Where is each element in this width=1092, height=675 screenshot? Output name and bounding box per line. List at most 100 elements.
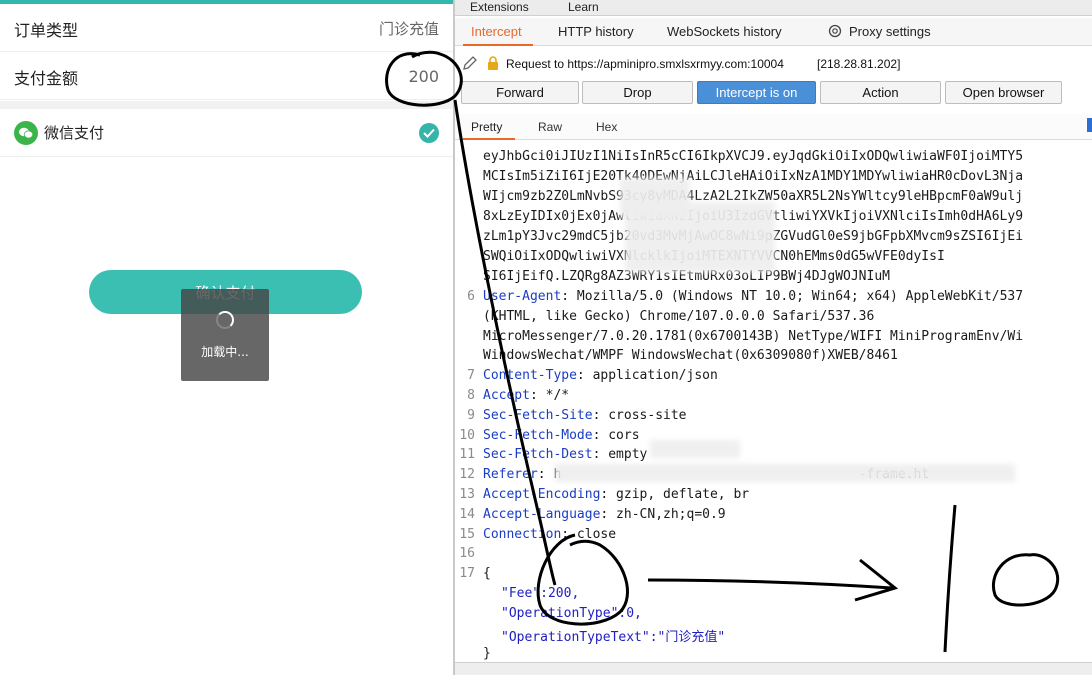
- lock-icon: [488, 56, 498, 70]
- header-value: gzip, deflate, br: [608, 487, 750, 502]
- header-value: */*: [537, 388, 570, 403]
- header-colon: :: [537, 467, 546, 482]
- line-number: 9: [467, 408, 475, 423]
- loading-toast: 加载中...: [181, 289, 269, 381]
- json-key-fee: "Fee": [501, 586, 541, 601]
- header-key: Accept-Encoding: [483, 487, 601, 502]
- redaction-blur: [650, 440, 740, 458]
- line-number: 7: [467, 368, 475, 383]
- burp-menu-bar: Extensions Learn: [455, 0, 1092, 16]
- request-url: Request to https://apminipro.smxlsxrmyy.…: [506, 57, 784, 71]
- header-line: Accept-Encoding: gzip, deflate, br: [483, 487, 749, 502]
- tab-intercept[interactable]: Intercept: [471, 24, 522, 39]
- pencil-icon[interactable]: [461, 54, 479, 75]
- tab-pretty[interactable]: Pretty: [471, 120, 502, 134]
- header-value: MicroMessenger/7.0.20.1781(0x6700143B) N…: [483, 329, 1024, 344]
- json-value-operationtype: :0,: [618, 606, 642, 621]
- intercept-toggle-button[interactable]: Intercept is on: [697, 81, 816, 104]
- section-divider: [0, 101, 453, 109]
- header-value: application/json: [584, 368, 718, 383]
- amount-value: 200: [408, 67, 439, 86]
- request-editor[interactable]: eyJhbGci0iJIUzI1NiIsInR5cCI6IkpXVCJ9.eyJ…: [455, 142, 1092, 662]
- json-key-operationtypetext: "OperationTypeText": [501, 630, 650, 645]
- line-number: 8: [467, 388, 475, 403]
- amount-row: 支付金额 200: [0, 54, 453, 100]
- spinner-icon: [216, 310, 234, 329]
- redaction-blur: [625, 202, 775, 272]
- header-colon: :: [529, 388, 538, 403]
- order-type-row: 订单类型 门诊充值: [0, 6, 453, 52]
- action-button[interactable]: Action: [820, 81, 941, 104]
- header-key: Referer: [483, 467, 538, 482]
- request-ip: [218.28.81.202]: [817, 57, 901, 71]
- order-type-label: 订单类型: [14, 20, 79, 40]
- header-value: {: [483, 566, 491, 581]
- json-close-brace: }: [483, 646, 491, 661]
- mini-program-pane: 订单类型 门诊充值 支付金额 200 微信支付 确认支付 加载中...: [0, 0, 453, 675]
- tab-hex[interactable]: Hex: [596, 120, 617, 134]
- line-number: 17: [459, 566, 475, 581]
- line-number: 16: [459, 546, 475, 561]
- header-colon: :: [561, 289, 570, 304]
- tab-http-history[interactable]: HTTP history: [558, 24, 634, 39]
- forward-button[interactable]: Forward: [461, 81, 579, 104]
- code-line: eyJhbGci0iJIUzI1NiIsInR5cCI6IkpXVCJ9.eyJ…: [483, 149, 1024, 164]
- header-key: Sec-Fetch-Dest: [483, 447, 593, 462]
- header-line: WindowsWechat/WMPF WindowsWechat(0x63090…: [483, 348, 898, 363]
- menu-extensions[interactable]: Extensions: [470, 0, 529, 14]
- burp-proxy-pane: Extensions Learn Intercept HTTP history …: [455, 0, 1092, 675]
- tab-proxy-settings[interactable]: Proxy settings: [849, 24, 931, 39]
- pay-method-label: 微信支付: [44, 124, 105, 142]
- header-key: Sec-Fetch-Site: [483, 408, 593, 423]
- gear-icon[interactable]: [827, 24, 843, 43]
- header-line: Content-Type: application/json: [483, 368, 718, 383]
- line-number: 6: [467, 289, 475, 304]
- message-view-tabs: Pretty Raw Hex: [455, 114, 1092, 140]
- header-colon: :: [561, 527, 570, 542]
- active-tab-indicator: [463, 44, 533, 46]
- header-value: cross-site: [600, 408, 687, 423]
- checkmark-icon[interactable]: [419, 122, 439, 143]
- header-line: User-Agent: Mozilla/5.0 (Windows NT 10.0…: [483, 289, 1023, 304]
- header-key: Sec-Fetch-Mode: [483, 428, 593, 443]
- line-number: 10: [459, 428, 475, 443]
- intercept-button-row: Forward Drop Intercept is on Action Open…: [455, 81, 1092, 105]
- request-info-line: Request to https://apminipro.smxlsxrmyy.…: [455, 52, 1092, 76]
- pay-method-row[interactable]: 微信支付: [0, 109, 453, 157]
- header-line: Sec-Fetch-Mode: cors: [483, 428, 640, 443]
- header-key: Accept-Language: [483, 507, 601, 522]
- line-number: 15: [459, 527, 475, 542]
- header-line: Accept: */*: [483, 388, 569, 403]
- proxy-tabs: Intercept HTTP history WebSockets histor…: [455, 18, 1092, 46]
- wechat-pay-icon: [14, 120, 38, 145]
- drop-button[interactable]: Drop: [582, 81, 693, 104]
- header-key: Content-Type: [483, 368, 577, 383]
- header-line: (KHTML, like Gecko) Chrome/107.0.0.0 Saf…: [483, 309, 874, 324]
- line-number: 11: [459, 447, 475, 462]
- tab-raw[interactable]: Raw: [538, 120, 562, 134]
- active-view-tab-indicator: [463, 138, 515, 140]
- header-key: User-Agent: [483, 289, 562, 304]
- header-value: cors: [600, 428, 640, 443]
- menu-learn[interactable]: Learn: [568, 0, 599, 14]
- line-number: 14: [459, 507, 475, 522]
- json-operationtype-line: "OperationType":0,: [501, 606, 642, 621]
- json-operationtypetext-line: "OperationTypeText":"门诊充值": [501, 626, 725, 645]
- header-value: empty: [600, 447, 648, 462]
- header-value: WindowsWechat/WMPF WindowsWechat(0x63090…: [483, 348, 898, 363]
- header-value: Mozilla/5.0 (Windows NT 10.0; Win64; x64…: [569, 289, 1024, 304]
- redaction-blur: [555, 464, 1015, 482]
- open-browser-button[interactable]: Open browser: [945, 81, 1062, 104]
- amount-label: 支付金额: [14, 68, 79, 88]
- header-value: close: [569, 527, 617, 542]
- header-colon: :: [576, 368, 585, 383]
- editor-bottom-bar: [455, 662, 1092, 675]
- header-line: MicroMessenger/7.0.20.1781(0x6700143B) N…: [483, 329, 1023, 344]
- json-value-fee: :200,: [540, 586, 580, 601]
- loading-text: 加载中...: [201, 344, 249, 359]
- code-line: MCIsIm5iZiI6IjE20Tk40DEwNjAiLCJleHAiOiIx…: [483, 169, 1024, 184]
- header-line: Accept-Language: zh-CN,zh;q=0.9: [483, 507, 726, 522]
- tab-websockets-history[interactable]: WebSockets history: [667, 24, 782, 39]
- header-line: Sec-Fetch-Dest: empty: [483, 447, 647, 462]
- panel-edge-marker: [1087, 118, 1092, 132]
